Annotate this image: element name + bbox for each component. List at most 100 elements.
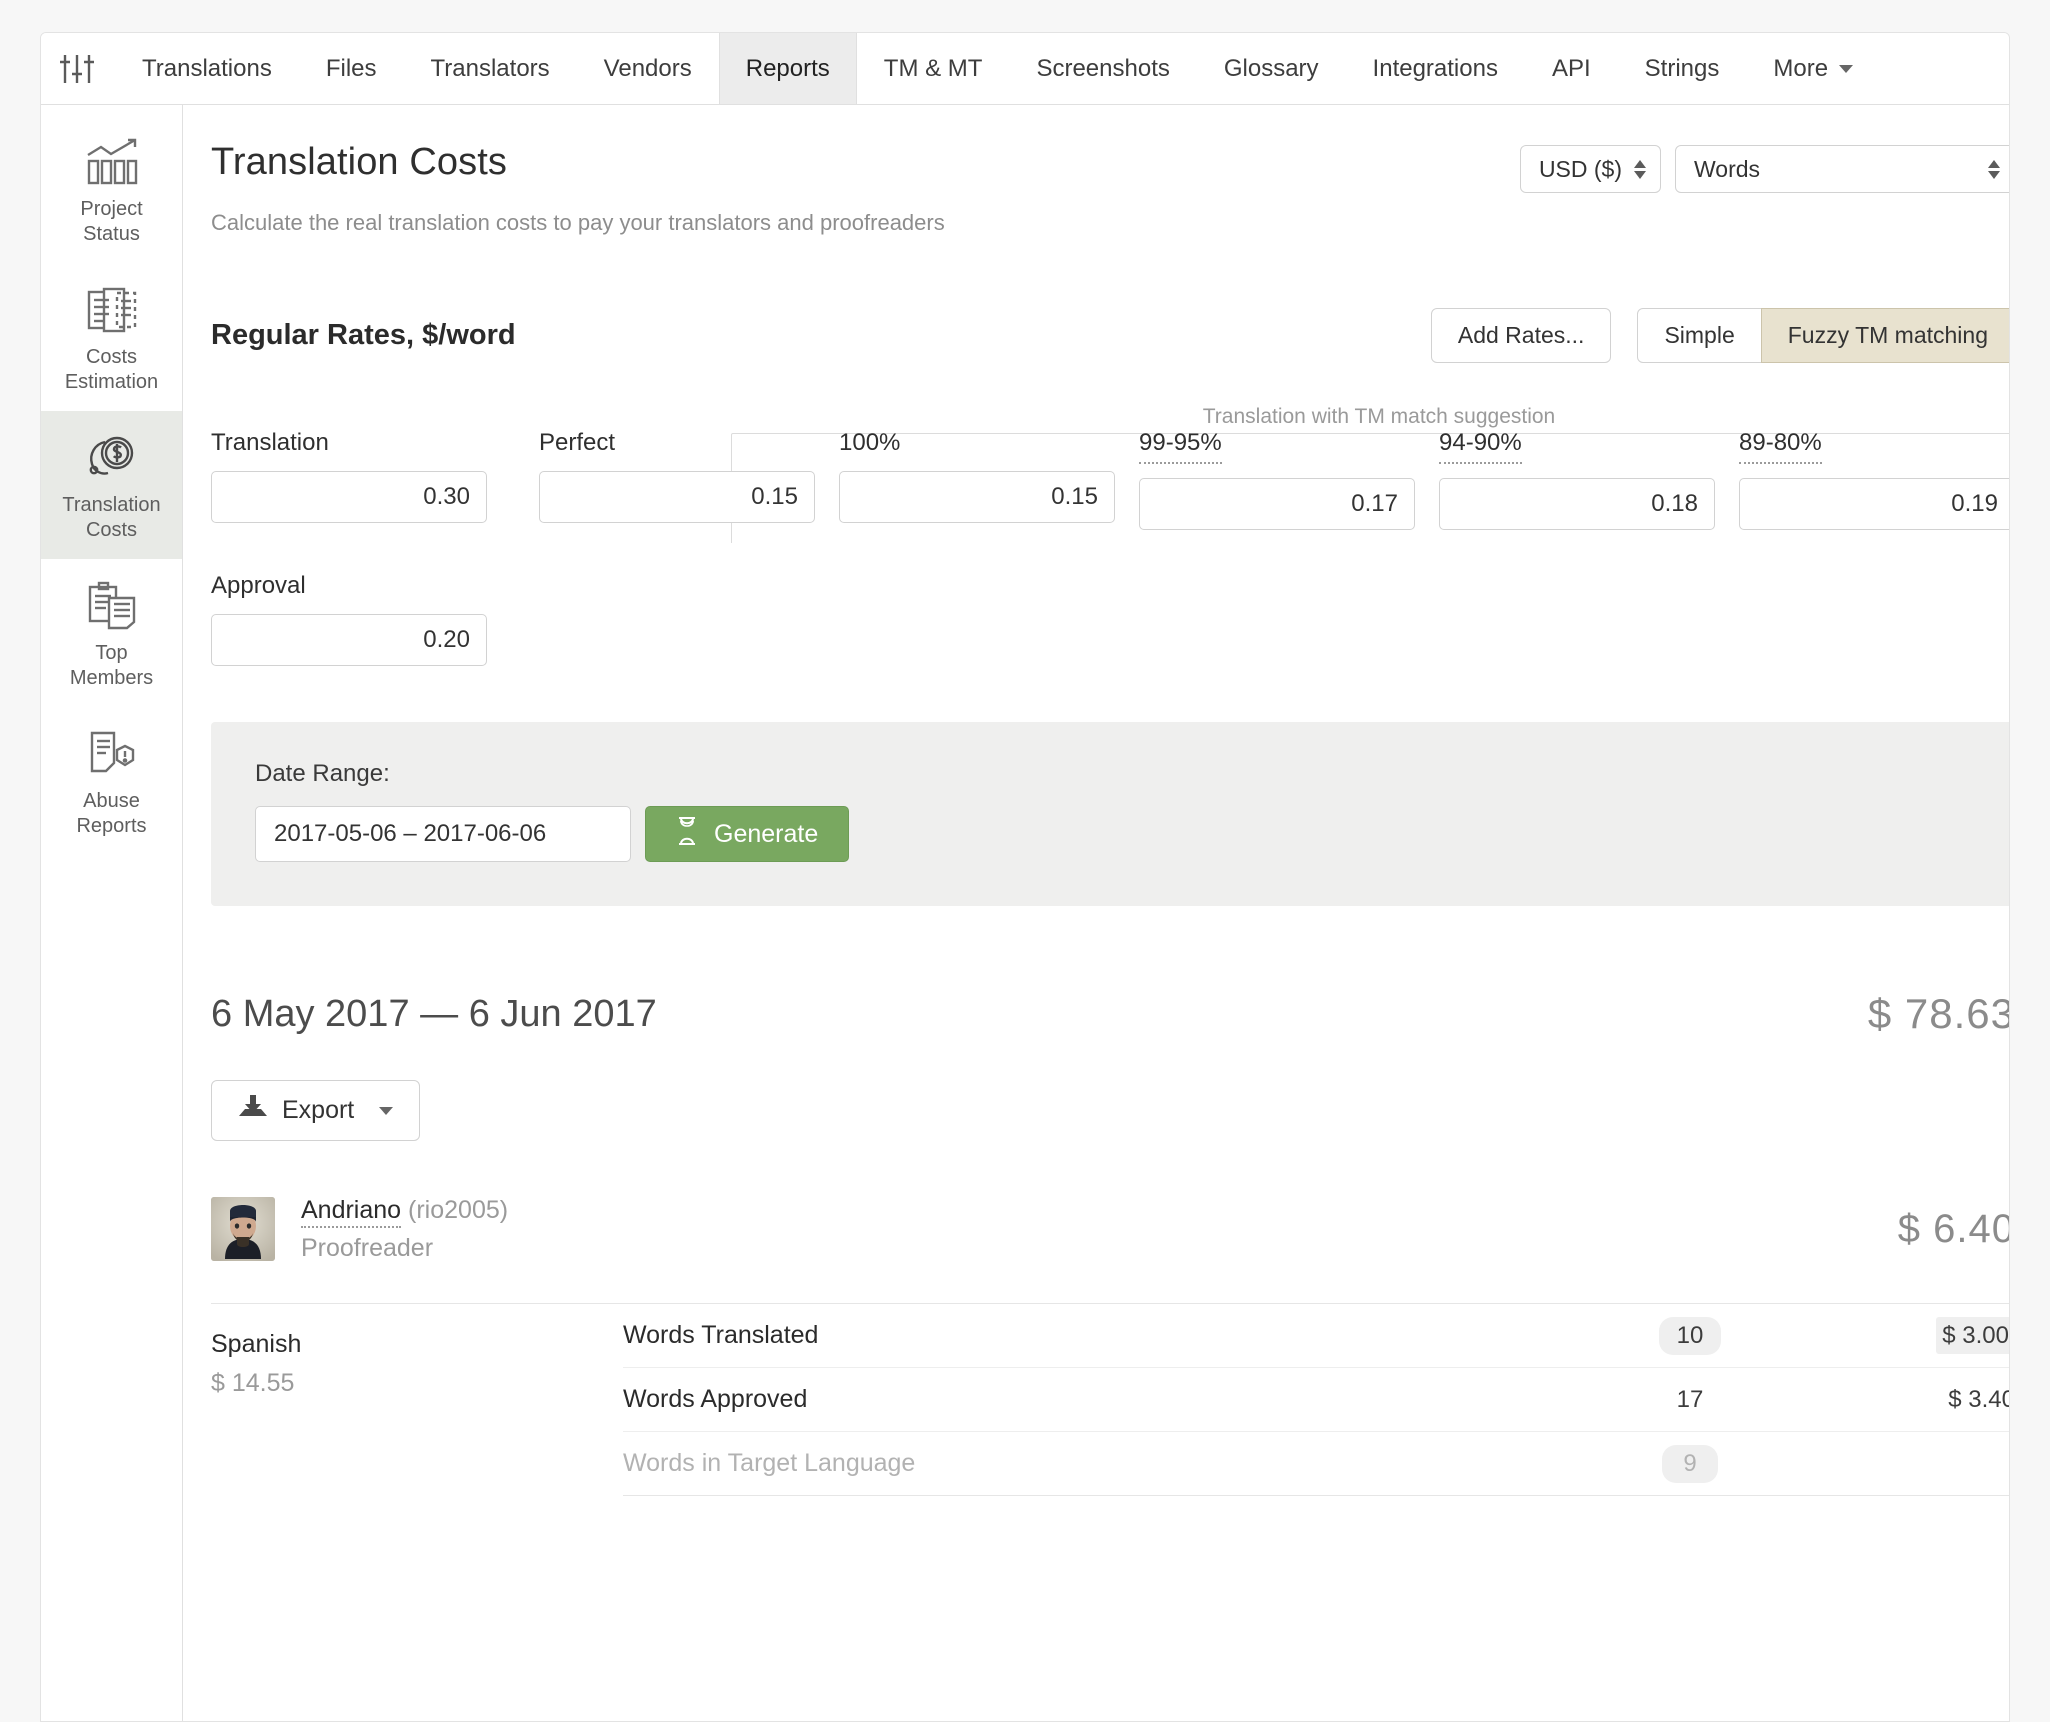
language-metrics-table: Words Translated 10 $ 3.00 Words Approve… [623, 1304, 2009, 1497]
sidebar-item-label: Translation [62, 494, 161, 516]
report-user-row: Andriano (rio2005) Proofreader $ 6.40 [211, 1195, 2009, 1263]
nav-item-tm-mt[interactable]: TM & MT [857, 33, 1010, 104]
bar-chart-trend-icon [45, 133, 178, 191]
rate-row-translation: Translation Perfect 100% 99-95% [211, 409, 2009, 530]
app-window: Translations Files Translators Vendors R… [40, 32, 2010, 1722]
nav-label: Strings [1644, 54, 1720, 82]
user-handle: (rio2005) [408, 1196, 509, 1224]
language-cost: $ 14.55 [211, 1369, 295, 1398]
sidebar-item-label2: Reports [76, 815, 147, 837]
generate-button[interactable]: Generate [645, 806, 850, 862]
language-name: Spanish [211, 1330, 302, 1359]
nav-label: More [1773, 54, 1829, 82]
metric-count: 10 [1565, 1316, 1815, 1355]
sidebar-item-top-members[interactable]: Top Members [41, 559, 182, 707]
nav-item-glossary[interactable]: Glossary [1197, 33, 1346, 104]
rate-input-translation[interactable] [211, 471, 487, 523]
rate-field-89-80: 89-80% [1739, 429, 2009, 530]
nav-label: Translators [430, 54, 550, 82]
rate-field-approval: Approval [211, 572, 487, 666]
user-name[interactable]: Andriano [301, 1196, 402, 1228]
rates-grid: Translation with TM match suggestion Tra… [183, 405, 2009, 666]
nav-label: Files [325, 54, 377, 82]
rate-input-94-90[interactable] [1439, 478, 1715, 530]
documents-dashed-icon [45, 281, 178, 339]
clipboard-list-icon [45, 577, 178, 635]
rate-mode-toggle: Simple Fuzzy TM matching [1637, 308, 2009, 363]
rate-label-100: 100% [839, 429, 901, 456]
nav-label: Glossary [1223, 54, 1319, 82]
rate-field-100: 100% [839, 429, 1115, 530]
sidebar-item-label: Costs [85, 346, 138, 368]
metric-count-pill: 9 [1662, 1444, 1718, 1483]
rate-label-translation: Translation [211, 429, 329, 456]
nav-item-translators[interactable]: Translators [404, 33, 577, 104]
nav-label: Translations [142, 54, 272, 82]
rate-field-99-95: 99-95% [1139, 429, 1415, 530]
spinner-arrows-icon [1634, 159, 1646, 179]
date-range-controls: Generate [255, 806, 1971, 862]
nav-item-translations[interactable]: Translations [115, 33, 299, 104]
top-navigation: Translations Files Translators Vendors R… [41, 33, 2009, 105]
nav-label: Reports [745, 54, 830, 82]
sidebar-item-project-status[interactable]: Project Status [41, 115, 182, 263]
nav-item-integrations[interactable]: Integrations [1346, 33, 1525, 104]
export-button[interactable]: Export [211, 1080, 421, 1141]
user-text-block: Andriano (rio2005) Proofreader [301, 1195, 508, 1263]
nav-item-reports[interactable]: Reports [718, 33, 857, 104]
nav-label: Vendors [603, 54, 692, 82]
rate-input-perfect[interactable] [539, 471, 815, 523]
spinner-arrows-icon [1988, 159, 2000, 179]
nav-label: Screenshots [1036, 54, 1170, 82]
rate-label-94-90[interactable]: 94-90% [1439, 429, 1522, 464]
rate-input-99-95[interactable] [1139, 478, 1415, 530]
table-row: Words in Target Language 9 [623, 1432, 2009, 1497]
report-summary-header: 6 May 2017 — 6 Jun 2017 $ 78.63 [211, 990, 2009, 1038]
page-subtitle: Calculate the real translation costs to … [211, 210, 945, 235]
rate-row-approval: Approval [211, 572, 2009, 666]
nav-item-more[interactable]: More [1746, 33, 1880, 104]
rate-label-99-95[interactable]: 99-95% [1139, 429, 1222, 464]
document-warning-icon [45, 725, 178, 783]
rate-label-89-80[interactable]: 89-80% [1739, 429, 1822, 464]
avatar[interactable] [211, 1197, 275, 1262]
user-role: Proofreader [301, 1234, 434, 1263]
sidebar-item-label2: Estimation [64, 371, 159, 393]
sidebar-item-translation-costs[interactable]: Translation Costs [41, 411, 182, 559]
sidebar-item-label2: Status [83, 223, 140, 245]
reports-sidebar: Project Status Costs Estimation Translat… [41, 105, 183, 1721]
currency-select[interactable]: USD ($) [1519, 145, 1661, 193]
sidebar-item-label: Project [80, 198, 143, 220]
page-content: Translation Costs Calculate the real tra… [183, 105, 2009, 1721]
rate-input-approval[interactable] [211, 614, 487, 666]
main-body: Project Status Costs Estimation Translat… [41, 105, 2009, 1721]
nav-item-screenshots[interactable]: Screenshots [1009, 33, 1196, 104]
metric-count-pill: 10 [1658, 1316, 1722, 1355]
rate-input-100[interactable] [839, 471, 1115, 523]
nav-item-files[interactable]: Files [299, 33, 404, 104]
nav-item-strings[interactable]: Strings [1618, 33, 1747, 104]
sidebar-item-abuse-reports[interactable]: Abuse Reports [41, 707, 182, 855]
unit-select[interactable]: Words [1675, 145, 2009, 193]
add-rates-button[interactable]: Add Rates... [1430, 308, 1612, 363]
mode-fuzzy-tm-button[interactable]: Fuzzy TM matching [1760, 308, 2009, 363]
rate-input-89-80[interactable] [1739, 478, 2009, 530]
date-range-panel: Date Range: 2017-05-06 – 2017-06-06 Gene… [211, 722, 2009, 906]
metric-name: Words Approved [623, 1385, 808, 1414]
user-identity: Andriano (rio2005) Proofreader [211, 1195, 508, 1263]
mode-simple-button[interactable]: Simple [1637, 308, 1762, 363]
sidebar-item-label: Top [95, 642, 128, 664]
chevron-down-icon [379, 1106, 394, 1115]
rate-field-94-90: 94-90% [1439, 429, 1715, 530]
metric-name: Words Translated [623, 1321, 819, 1350]
download-icon [238, 1094, 268, 1127]
metric-amount-value: $ 3.00 [1936, 1316, 2009, 1354]
nav-item-api[interactable]: API [1525, 33, 1618, 104]
sidebar-item-costs-estimation[interactable]: Costs Estimation [41, 263, 182, 411]
date-range-input[interactable] [255, 806, 631, 862]
rate-field-perfect: Perfect [539, 429, 815, 530]
sliders-icon[interactable] [41, 33, 115, 104]
user-name-line: Andriano (rio2005) [301, 1195, 509, 1228]
chevron-down-icon [1839, 64, 1854, 73]
nav-item-vendors[interactable]: Vendors [577, 33, 719, 104]
